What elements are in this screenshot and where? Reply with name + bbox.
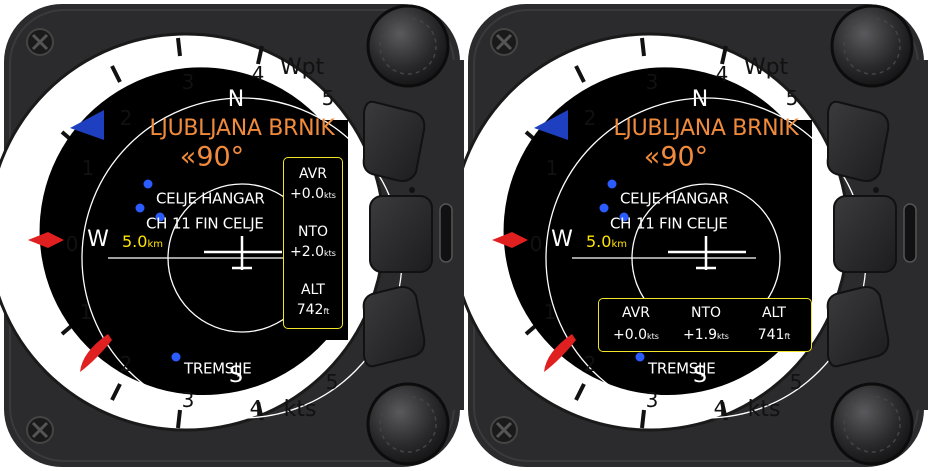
scale-number-lower-2: 2	[119, 352, 133, 376]
scale-number-upper-2: 2	[119, 106, 133, 130]
scale-number-upper-3: 3	[181, 70, 195, 94]
vario-instrument-right: 1 2 3 4 5 Wpt 0 1 2 3 4 5 kts N LJUBLJAN…	[464, 0, 928, 471]
soft-button-icon[interactable]	[833, 195, 897, 273]
scale-number-lower-1: 1	[79, 300, 93, 324]
sd-slot	[439, 203, 453, 263]
knob-icon[interactable]	[366, 382, 450, 466]
turnpoint-dot-icon	[635, 352, 645, 362]
distance-readout: 5.0km	[122, 232, 163, 251]
scale-number-upper-3: 3	[645, 70, 659, 94]
soft-button-icon[interactable]	[362, 100, 426, 182]
turnpoint-label: CH	[610, 214, 632, 233]
destination-name: LJUBLJANA BRNIK	[613, 116, 799, 141]
turnpoint-label: 11 FIN CELJE	[636, 214, 728, 233]
compass-south: S	[693, 363, 707, 388]
turnpoint-dot-icon	[135, 203, 145, 213]
navbox-alt: ALT 742ft	[296, 282, 330, 318]
turnpoint-dot-icon	[143, 179, 153, 189]
turnpoint-dot-icon	[171, 352, 181, 362]
navbox-avr: AVR +0.0kts	[613, 305, 659, 343]
scale-number-upper-1: 1	[81, 156, 95, 180]
compass-west: W	[551, 227, 573, 252]
scale-number-upper-5: 5	[785, 86, 799, 110]
screw-icon	[490, 416, 518, 444]
soft-button-icon[interactable]	[362, 286, 426, 368]
knob-icon[interactable]	[366, 4, 450, 88]
turnpoint-label: CELJE HANGAR	[620, 189, 729, 208]
soft-button-icon[interactable]	[369, 195, 433, 273]
scale-number-lower-4: 4	[249, 396, 263, 420]
scale-number-lower-5: 5	[325, 370, 339, 394]
turnpoint-label: CELJE HANGAR	[156, 189, 265, 208]
scale-number-upper-2: 2	[583, 106, 597, 130]
navbox-panel[interactable]: AVR +0.0kts NTO +2.0kts ALT 742ft	[283, 157, 343, 329]
sd-slot	[903, 203, 917, 263]
screw-icon	[490, 28, 518, 56]
knob-icon[interactable]	[830, 4, 914, 88]
turnpoint-label: 11 FIN CELJE	[172, 214, 264, 233]
soft-button-icon[interactable]	[826, 286, 890, 368]
scale-number-lower-4: 4	[713, 396, 727, 420]
scale-label-kts: kts	[747, 397, 781, 422]
soft-button-icon[interactable]	[826, 100, 890, 182]
bearing-readout: «90°	[643, 141, 709, 173]
scale-number-lower-5: 5	[789, 370, 803, 394]
scale-number-zero: 0	[529, 232, 543, 256]
navbox-nto: NTO +1.9kts	[683, 305, 729, 343]
scale-label-wpt: Wpt	[279, 55, 325, 80]
destination-name: LJUBLJANA BRNIK	[149, 116, 335, 141]
turnpoint-dot-icon	[599, 203, 609, 213]
scale-number-upper-4: 4	[715, 62, 729, 86]
distance-readout: 5.0km	[586, 232, 627, 251]
screw-icon	[26, 28, 54, 56]
navbox-panel[interactable]: AVR +0.0kts NTO +1.9kts ALT 741ft	[598, 298, 812, 352]
scale-number-lower-2: 2	[583, 352, 597, 376]
vario-instrument-left: 1 2 3 4 5 Wpt 0 1 2 3 4 5 kts N LJUBLJAN…	[0, 0, 464, 471]
scale-number-upper-5: 5	[321, 86, 335, 110]
scale-label-wpt: Wpt	[743, 55, 789, 80]
scale-number-zero: 0	[65, 232, 79, 256]
scale-number-upper-4: 4	[251, 62, 265, 86]
screw-icon	[26, 416, 54, 444]
navbox-nto: NTO +2.0kts	[290, 224, 336, 260]
bearing-readout: «90°	[179, 141, 245, 173]
compass-west: W	[87, 227, 109, 252]
scale-number-upper-1: 1	[545, 156, 559, 180]
knob-icon[interactable]	[830, 382, 914, 466]
navbox-avr: AVR +0.0kts	[290, 166, 336, 202]
compass-south: S	[229, 363, 243, 388]
scale-label-kts: kts	[283, 397, 317, 422]
scale-number-lower-3: 3	[645, 388, 659, 412]
compass-north: N	[691, 87, 709, 112]
compass-north: N	[227, 87, 245, 112]
turnpoint-dot-icon	[607, 179, 617, 189]
scale-number-lower-1: 1	[543, 300, 557, 324]
turnpoint-label: CH	[146, 214, 168, 233]
scale-number-lower-3: 3	[181, 388, 195, 412]
navbox-alt: ALT 741ft	[757, 305, 791, 343]
